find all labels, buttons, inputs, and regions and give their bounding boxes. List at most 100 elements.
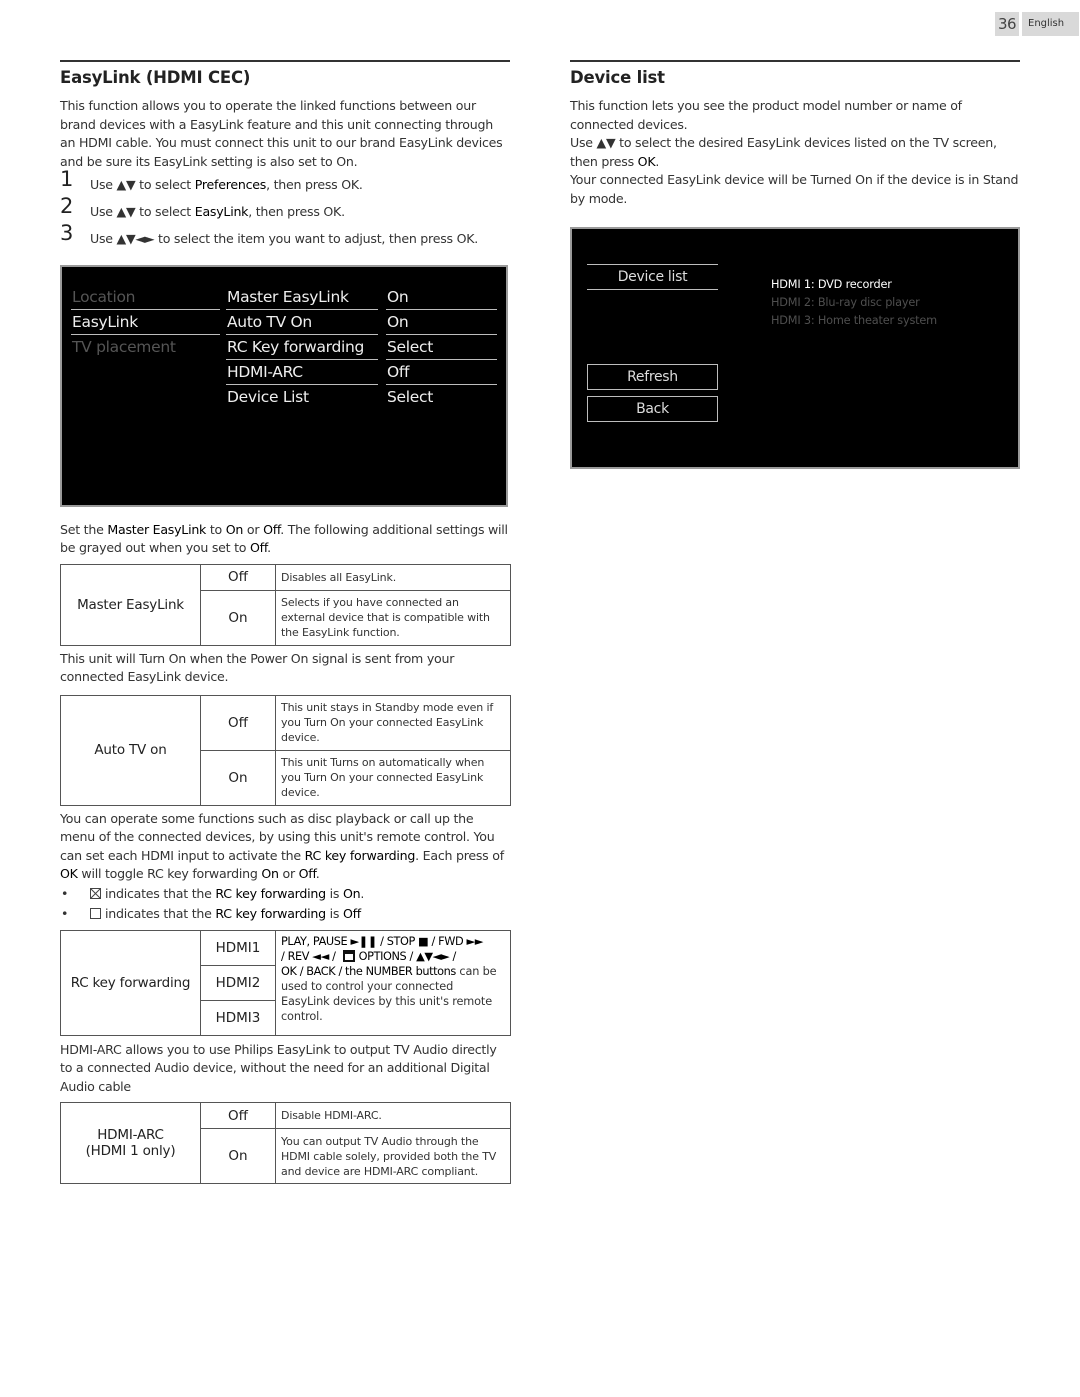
step-number: 2: [60, 194, 74, 218]
emphasis: OK: [637, 153, 656, 169]
rc-key-paragraph: You can operate some functions such as d…: [60, 810, 510, 884]
text: is: [325, 885, 343, 901]
step-text: Use ▲▼ to select: [90, 204, 195, 219]
table-description: PLAY, PAUSE ►❚❚ / STOP ■ / FWD ►► / REV …: [275, 929, 511, 1036]
device-list-paragraph-2: Use ▲▼ to select the desired EasyLink de…: [570, 134, 1020, 171]
button-list: OK / BACK / the NUMBER buttons: [281, 964, 456, 978]
menu-value-master-easylink[interactable]: On: [386, 285, 497, 310]
table-option: HDMI2: [200, 964, 276, 1001]
menu-category-location[interactable]: Location: [71, 285, 220, 310]
menu-item-master-easylink[interactable]: Master EasyLink: [226, 285, 378, 310]
section-divider: [570, 60, 1020, 62]
table-key: Auto TV on: [60, 694, 201, 806]
auto-tv-paragraph: This unit will Turn On when the Power On…: [60, 650, 455, 685]
table-option: Off: [200, 694, 276, 751]
button-list: OPTIONS / ▲▼◄► /: [358, 949, 457, 963]
device-list-paragraph-1: This function lets you see the product m…: [570, 98, 962, 132]
step-emphasis: Preferences: [194, 177, 267, 192]
menu-item-device-list[interactable]: Device List: [226, 385, 378, 410]
table-description: You can output TV Audio through the HDMI…: [275, 1128, 511, 1184]
page-language: English: [1022, 12, 1079, 36]
menu-category-easylink[interactable]: EasyLink: [71, 310, 220, 335]
menu-value-device-list[interactable]: Select: [386, 385, 497, 410]
table-option: On: [200, 749, 276, 806]
button-list: PLAY, PAUSE ►❚❚ / STOP ■ / FWD ►►: [281, 934, 484, 948]
step-2: 2 Use ▲▼ to select EasyLink, then press …: [60, 196, 510, 228]
button-list: / REV ◄◄ /: [281, 949, 339, 963]
menu-value-hdmi-arc[interactable]: Off: [386, 360, 497, 385]
table-key: HDMI-ARC (HDMI 1 only): [60, 1102, 201, 1184]
table-description: Selects if you have connected an externa…: [275, 589, 511, 646]
table-key: Master EasyLink: [60, 563, 201, 646]
back-button[interactable]: Back: [587, 396, 718, 422]
text: .: [360, 885, 365, 901]
section-title: Device list: [570, 68, 665, 87]
checked-box-icon: [90, 887, 101, 899]
easylink-section: EasyLink (HDMI CEC) This function allows…: [60, 60, 511, 1184]
text: Use ▲▼ to select the desired EasyLink de…: [570, 135, 997, 169]
device-item-hdmi2[interactable]: HDMI 2: Blu-ray disc player: [771, 294, 937, 312]
device-list: HDMI 1: DVD recorder HDMI 2: Blu-ray dis…: [771, 276, 937, 330]
bullet-item: • indicates that the RC key forwarding i…: [60, 884, 510, 904]
table-option: Off: [200, 1102, 276, 1129]
table-key: RC key forwarding: [60, 929, 201, 1036]
menu-category-tv-placement[interactable]: TV placement: [71, 335, 220, 360]
table-row: Master EasyLink Off Disables all EasyLin…: [60, 563, 511, 646]
table-option: On: [200, 589, 276, 646]
menu-item-hdmi-arc[interactable]: HDMI-ARC: [226, 360, 378, 385]
device-list-header: Device list: [587, 264, 718, 290]
master-easylink-table: Master EasyLink Off Disables all EasyLin…: [60, 563, 511, 646]
key-line: (HDMI 1 only): [85, 1143, 176, 1159]
step-text: Use ▲▼◄► to select the item you want to …: [90, 231, 478, 246]
master-easylink-paragraph: Set the Master EasyLink to On or Off. Th…: [60, 521, 510, 558]
step-emphasis: EasyLink: [194, 204, 249, 219]
emphasis: On: [342, 885, 361, 901]
bullet-dot: •: [61, 905, 69, 921]
menu-values: On On Select Off Select: [386, 285, 497, 410]
step-number: 1: [60, 167, 74, 191]
bullet-dot: •: [61, 885, 69, 901]
menu-value-auto-tv-on[interactable]: On: [386, 310, 497, 335]
page-tab: 36 English: [995, 12, 1079, 36]
table-description: This unit Turns on automatically when yo…: [275, 749, 511, 806]
table-description: This unit stays in Standby mode even if …: [275, 694, 511, 751]
section-divider: [60, 60, 510, 62]
options-icon: [342, 949, 355, 962]
refresh-button[interactable]: Refresh: [587, 364, 718, 390]
emphasis: Off: [250, 540, 268, 555]
table-description: Disables all EasyLink.: [275, 563, 511, 591]
device-item-hdmi1[interactable]: HDMI 1: DVD recorder: [771, 276, 937, 294]
text: .: [655, 153, 660, 169]
emphasis: On: [261, 866, 279, 881]
text: is: [325, 905, 343, 921]
step-text: , then press OK.: [266, 177, 363, 192]
text: or: [278, 866, 299, 881]
menu-items: Master EasyLink Auto TV On RC Key forwar…: [226, 285, 378, 410]
step-3: 3 Use ▲▼◄► to select the item you want t…: [60, 223, 510, 249]
table-row: HDMI-ARC (HDMI 1 only) Off Disable HDMI-…: [60, 1102, 511, 1184]
table-option: HDMI3: [200, 999, 276, 1036]
text: Set the: [60, 521, 108, 537]
text: will toggle RC key forwarding: [77, 866, 262, 881]
menu-item-rc-key-forwarding[interactable]: RC Key forwarding: [226, 335, 378, 360]
device-list-paragraph-3: Your connected EasyLink device will be T…: [570, 172, 1019, 206]
emphasis: Off: [298, 866, 316, 881]
page-number: 36: [995, 12, 1019, 36]
empty-box-icon: [90, 907, 101, 919]
step-text: , then press OK.: [248, 204, 345, 219]
key-line: HDMI-ARC: [97, 1127, 164, 1143]
emphasis: RC key forwarding: [215, 905, 326, 921]
auto-tv-table: Auto TV on Off This unit stays in Standb…: [60, 694, 511, 806]
text: indicates that the: [105, 885, 216, 901]
table-option: HDMI1: [200, 929, 276, 966]
device-item-hdmi3[interactable]: HDMI 3: Home theater system: [771, 312, 937, 330]
hdmi-arc-paragraph: HDMI-ARC allows you to use Philips EasyL…: [60, 1041, 497, 1094]
text: or: [243, 521, 264, 537]
emphasis: Off: [342, 905, 361, 921]
easylink-menu-screenshot: Location EasyLink TV placement Master Ea…: [60, 264, 508, 507]
step-1: 1 Use ▲▼ to select Preferences, then pre…: [60, 169, 510, 201]
menu-item-auto-tv-on[interactable]: Auto TV On: [226, 310, 378, 335]
step-number: 3: [60, 221, 74, 245]
menu-value-rc-key-forwarding[interactable]: Select: [386, 335, 497, 360]
text: indicates that the: [105, 905, 216, 921]
